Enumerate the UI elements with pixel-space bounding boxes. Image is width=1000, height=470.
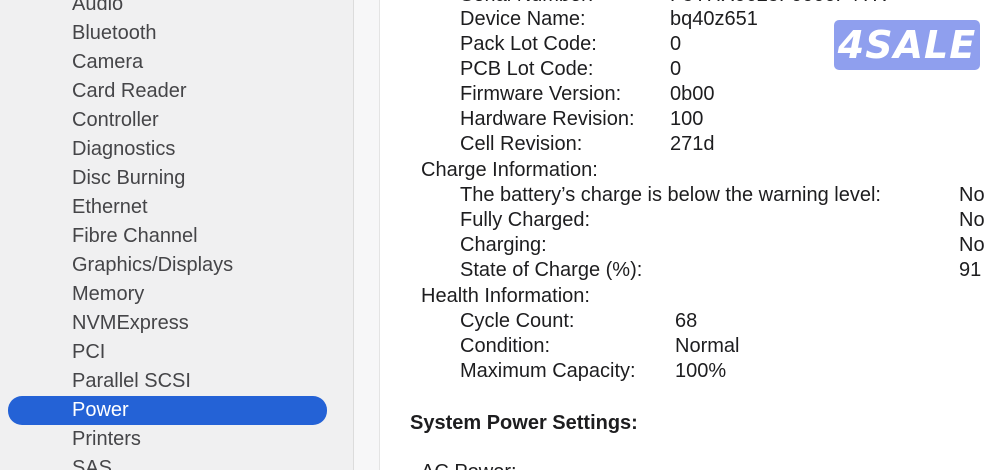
row-value: 91 [959, 259, 982, 281]
sidebar-item-parallel-scsi[interactable]: Parallel SCSI [8, 367, 327, 396]
row-value: 0 [670, 58, 682, 80]
row-label: Cycle Count: [460, 310, 575, 332]
system-power-settings-title: System Power Settings: [410, 412, 638, 434]
row-value: No [959, 209, 985, 231]
sidebar-item-fibre-channel[interactable]: Fibre Channel [8, 222, 327, 251]
watermark-text: 4SALE [837, 23, 977, 67]
pane-divider[interactable] [353, 0, 380, 470]
row-label: Charging: [460, 234, 547, 256]
row-value: 100% [675, 360, 727, 382]
sidebar-item-label: Memory [72, 283, 145, 305]
sidebar-item-power[interactable]: Power [8, 396, 327, 425]
row-label: Firmware Version: [460, 83, 622, 105]
sidebar-item-bluetooth[interactable]: Bluetooth [8, 19, 327, 48]
ac-power-heading: AC Power: [421, 460, 517, 470]
sidebar-item-printers[interactable]: Printers [8, 425, 327, 454]
sidebar-item-label: Disc Burning [72, 167, 186, 189]
sidebar-item-disc-burning[interactable]: Disc Burning [8, 164, 327, 193]
sidebar-item-label: Camera [72, 51, 144, 73]
row-value: 68 [675, 310, 698, 332]
sidebar-item-label: Card Reader [72, 80, 187, 102]
row-value: 0 [670, 33, 682, 55]
row-value: 271d [670, 133, 715, 155]
sidebar-item-pci[interactable]: PCI [8, 338, 327, 367]
sidebar-item-label: Graphics/Displays [72, 254, 234, 276]
sidebar-item-controller[interactable]: Controller [8, 106, 327, 135]
sidebar-item-label: Ethernet [72, 196, 148, 218]
row-label: Device Name: [460, 8, 586, 30]
sidebar-item-sas[interactable]: SAS [8, 454, 327, 470]
row-label: Pack Lot Code: [460, 33, 597, 55]
row-value: No [959, 184, 985, 206]
row-value: 100 [670, 108, 704, 130]
sidebar-item-camera[interactable]: Camera [8, 48, 327, 77]
sidebar-item-label: PCI [72, 341, 106, 363]
row-value: bq40z651 [670, 8, 758, 30]
row-label: PCB Lot Code: [460, 58, 594, 80]
sidebar-item-diagnostics[interactable]: Diagnostics [8, 135, 327, 164]
sidebar-item-label: Fibre Channel [72, 225, 198, 247]
detail-pane: Serial Number: F8YHX0625F0000F4YR Device… [380, 0, 1000, 470]
watermark-badge: 4SALE [834, 20, 980, 70]
sidebar-item-label: Controller [72, 109, 159, 131]
sidebar-item-label: Bluetooth [72, 22, 157, 44]
row-label: Cell Revision: [460, 133, 583, 155]
sidebar-item-label: Printers [72, 428, 141, 450]
sidebar-item-label: Parallel SCSI [72, 370, 191, 392]
row-value: 0b00 [670, 83, 715, 105]
sidebar-item-label: Audio [72, 0, 124, 15]
row-label: Maximum Capacity: [460, 360, 636, 382]
sidebar-item-ethernet[interactable]: Ethernet [8, 193, 327, 222]
sidebar-item-nvmexpress[interactable]: NVMExpress [8, 309, 327, 338]
row-label: State of Charge (%): [460, 259, 643, 281]
sidebar-item-label: Power [72, 399, 129, 421]
sidebar-item-card-reader[interactable]: Card Reader [8, 77, 327, 106]
sidebar-item-label: Diagnostics [72, 138, 176, 160]
row-label: Hardware Revision: [460, 108, 635, 130]
charge-information-heading: Charge Information: [421, 159, 598, 181]
row-label: The battery’s charge is below the warnin… [460, 184, 881, 206]
row-label: Fully Charged: [460, 209, 591, 231]
sidebar-item-label: SAS [72, 457, 113, 470]
sidebar-item-audio[interactable]: Audio [8, 0, 327, 19]
row-value: Normal [675, 335, 740, 357]
sidebar-item-label: NVMExpress [72, 312, 189, 334]
sidebar-item-graphics-displays[interactable]: Graphics/Displays [8, 251, 327, 280]
sidebar-item-memory[interactable]: Memory [8, 280, 327, 309]
row-value: No [959, 234, 985, 256]
row-label: Condition: [460, 335, 551, 357]
sidebar: Audio Bluetooth Camera Card Reader Controlle… [0, 0, 353, 470]
health-information-heading: Health Information: [421, 285, 590, 307]
